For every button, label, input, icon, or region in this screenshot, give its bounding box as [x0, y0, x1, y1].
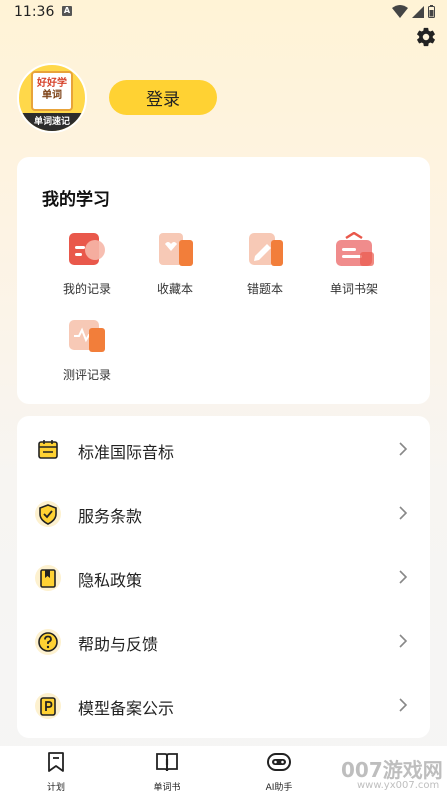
chevron-right-icon: [399, 570, 408, 584]
my-study-card: 我的学习 我的记录 收藏本 错题本 单词书架 测评记录: [17, 157, 430, 404]
menu-item-help[interactable]: 帮助与反馈: [17, 609, 430, 673]
bookshelf-icon: [336, 231, 374, 266]
wifi-icon: [392, 5, 408, 18]
avatar-line2: 单词: [42, 90, 62, 101]
settings-menu: 标准国际音标 服务条款 隐私政策 帮助与反馈 模型备案公示: [17, 416, 430, 738]
wordbook-icon: [156, 753, 178, 772]
avatar[interactable]: 好好学 单词 单词速记: [17, 63, 87, 133]
login-button[interactable]: 登录: [109, 80, 217, 115]
watermark-url: www.yx007.com: [357, 780, 440, 791]
chevron-right-icon: [399, 506, 408, 520]
gear-icon[interactable]: [415, 26, 437, 48]
menu-item-label: 标准国际音标: [78, 443, 175, 462]
menu-item-label: 服务条款: [78, 507, 143, 526]
ai-robot-icon: [267, 753, 291, 771]
study-item-label: 错题本: [246, 282, 283, 296]
avatar-ribbon: 单词速记: [19, 113, 85, 131]
p-badge-icon: [35, 693, 61, 719]
status-time: 11:36: [14, 4, 55, 20]
bookmark-icon: [35, 565, 61, 591]
notification-icon: A: [62, 6, 72, 16]
tab-label: 计划: [46, 783, 65, 793]
signal-icon: [412, 5, 424, 18]
calendar-icon: [38, 440, 58, 459]
study-item-bookshelf[interactable]: 单词书架: [309, 231, 399, 297]
tab-label: AI助手: [265, 783, 293, 793]
menu-item-label: 模型备案公示: [78, 699, 175, 718]
study-item-records[interactable]: 我的记录: [42, 232, 132, 297]
menu-item-phonetics[interactable]: 标准国际音标: [17, 417, 430, 481]
tab-ai-assistant[interactable]: AI助手: [249, 750, 309, 793]
chevron-right-icon: [399, 442, 408, 456]
menu-item-privacy[interactable]: 隐私政策: [17, 545, 430, 609]
tab-label: 单词书: [153, 783, 181, 793]
study-item-favorites[interactable]: 收藏本: [130, 232, 220, 297]
study-item-label: 单词书架: [329, 282, 378, 296]
menu-item-label: 隐私政策: [78, 571, 143, 590]
record-icon: [69, 233, 105, 265]
favorites-icon: [159, 233, 193, 266]
study-item-label: 测评记录: [62, 368, 111, 382]
tab-plan[interactable]: 计划: [26, 750, 86, 793]
watermark: 007游戏网 www.yx007.com: [327, 750, 447, 796]
assessment-icon: [69, 320, 105, 352]
avatar-logo: 好好学 单词: [31, 71, 73, 111]
study-item-label: 我的记录: [62, 282, 111, 296]
battery-icon: [428, 5, 435, 18]
menu-item-terms[interactable]: 服务条款: [17, 481, 430, 545]
shield-check-icon: [35, 501, 61, 527]
tab-wordbook[interactable]: 单词书: [137, 750, 197, 793]
study-item-assessment[interactable]: 测评记录: [42, 318, 132, 383]
avatar-line1: 好好学: [37, 78, 67, 89]
status-icons: [392, 5, 435, 18]
menu-item-model-filing[interactable]: 模型备案公示: [17, 673, 430, 737]
question-icon: [35, 629, 61, 655]
menu-item-label: 帮助与反馈: [78, 635, 159, 654]
study-title: 我的学习: [42, 190, 110, 210]
watermark-text: 007游戏网: [341, 758, 443, 782]
plan-icon: [48, 752, 64, 772]
study-item-label: 收藏本: [156, 282, 193, 296]
mistakes-icon: [249, 233, 283, 266]
chevron-right-icon: [399, 698, 408, 712]
study-item-mistakes[interactable]: 错题本: [220, 232, 310, 297]
chevron-right-icon: [399, 634, 408, 648]
status-bar: 11:36 A: [0, 0, 447, 26]
